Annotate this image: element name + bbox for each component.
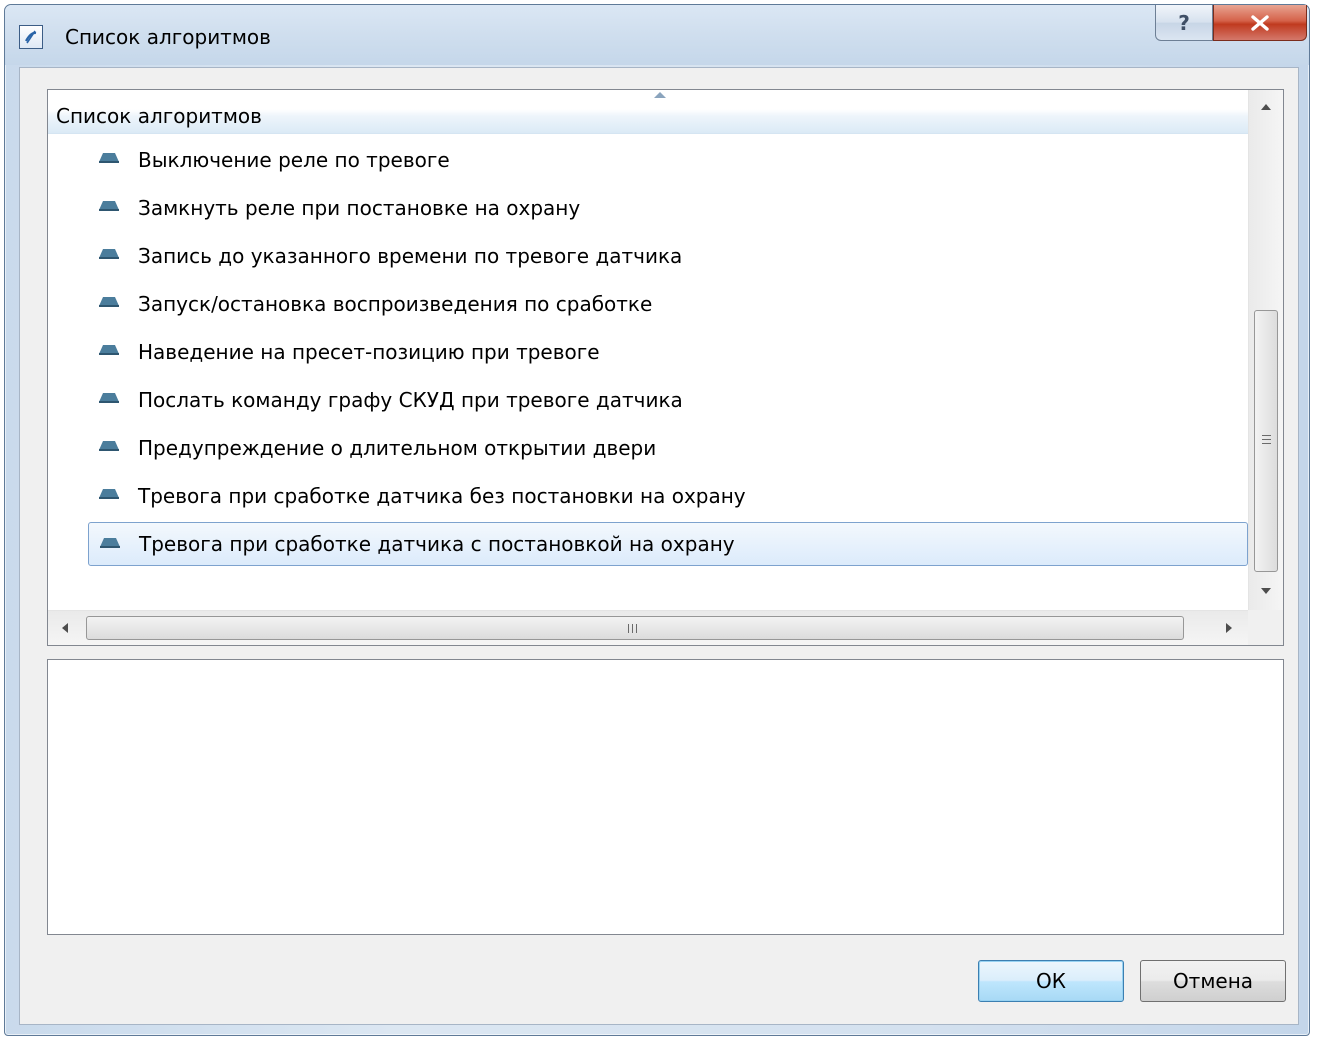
algorithm-icon <box>100 538 120 548</box>
dialog-window: Список алгоритмов ? Список алгоритмов Вы… <box>4 4 1310 1036</box>
list-item[interactable]: Наведение на пресет-позицию при тревоге <box>88 330 1248 374</box>
scroll-down-arrow-icon[interactable] <box>1261 588 1271 594</box>
horizontal-scroll-thumb[interactable] <box>86 616 1184 640</box>
algorithm-list[interactable]: Список алгоритмов Выключение реле по тре… <box>47 89 1284 646</box>
grip-line <box>1262 439 1271 440</box>
grip-line <box>1262 443 1271 444</box>
algorithm-icon <box>99 201 119 211</box>
list-item[interactable]: Выключение реле по тревоге <box>88 138 1248 182</box>
algorithm-icon <box>99 489 119 499</box>
algorithm-icon <box>99 153 119 163</box>
list-item[interactable]: Запуск/остановка воспроизведения по сраб… <box>88 282 1248 326</box>
title-bar[interactable]: Список алгоритмов ? <box>5 5 1309 65</box>
list-item[interactable]: Предупреждение о длительном открытии две… <box>88 426 1248 470</box>
list-item-label: Тревога при сработке датчика без постано… <box>138 484 746 508</box>
grip-line <box>1262 435 1271 436</box>
algorithm-icon <box>99 393 119 403</box>
list-item[interactable]: Тревога при сработке датчика с постановк… <box>88 522 1248 566</box>
horizontal-scrollbar[interactable] <box>48 610 1248 645</box>
close-button[interactable] <box>1213 5 1307 41</box>
list-item-label: Выключение реле по тревоге <box>138 148 450 172</box>
description-panel[interactable] <box>47 659 1284 935</box>
app-icon <box>19 25 43 49</box>
help-button[interactable]: ? <box>1155 5 1213 41</box>
scroll-up-arrow-icon[interactable] <box>1261 104 1271 110</box>
grip-line <box>636 624 637 633</box>
algorithm-icon <box>99 345 119 355</box>
help-icon: ? <box>1178 10 1190 35</box>
list-item[interactable]: Послать команду графу СКУД при тревоге д… <box>88 378 1248 422</box>
cancel-button[interactable]: Отмена <box>1140 960 1286 1002</box>
list-item[interactable]: Тревога при сработке датчика без постано… <box>88 474 1248 518</box>
grip-line <box>632 624 633 633</box>
list-item-label: Замкнуть реле при постановке на охрану <box>138 196 581 220</box>
scrollbar-corner <box>1248 610 1283 645</box>
scroll-right-arrow-icon[interactable] <box>1226 623 1232 633</box>
dialog-client-area: Список алгоритмов Выключение реле по тре… <box>19 67 1299 1025</box>
list-item-label: Запись до указанного времени по тревоге … <box>138 244 683 268</box>
algorithm-icon <box>99 441 119 451</box>
algorithm-icon <box>99 249 119 259</box>
list-item-label: Тревога при сработке датчика с постановк… <box>139 532 735 556</box>
vertical-scrollbar[interactable] <box>1248 90 1283 610</box>
list-item-label: Предупреждение о длительном открытии две… <box>138 436 657 460</box>
close-icon <box>1251 14 1269 31</box>
scroll-left-arrow-icon[interactable] <box>62 623 68 633</box>
list-item-label: Наведение на пресет-позицию при тревоге <box>138 340 600 364</box>
grip-line <box>628 624 629 633</box>
ok-button[interactable]: ОК <box>978 960 1124 1002</box>
list-header[interactable]: Список алгоритмов <box>48 90 1248 134</box>
list-item-label: Послать команду графу СКУД при тревоге д… <box>138 388 683 412</box>
list-header-label: Список алгоритмов <box>56 104 262 128</box>
list-item[interactable]: Запись до указанного времени по тревоге … <box>88 234 1248 278</box>
vertical-scroll-thumb[interactable] <box>1254 310 1278 572</box>
list-item-label: Запуск/остановка воспроизведения по сраб… <box>138 292 653 316</box>
list-item[interactable]: Замкнуть реле при постановке на охрану <box>88 186 1248 230</box>
sort-ascending-icon <box>654 92 666 98</box>
algorithm-icon <box>99 297 119 307</box>
window-title: Список алгоритмов <box>65 25 271 49</box>
